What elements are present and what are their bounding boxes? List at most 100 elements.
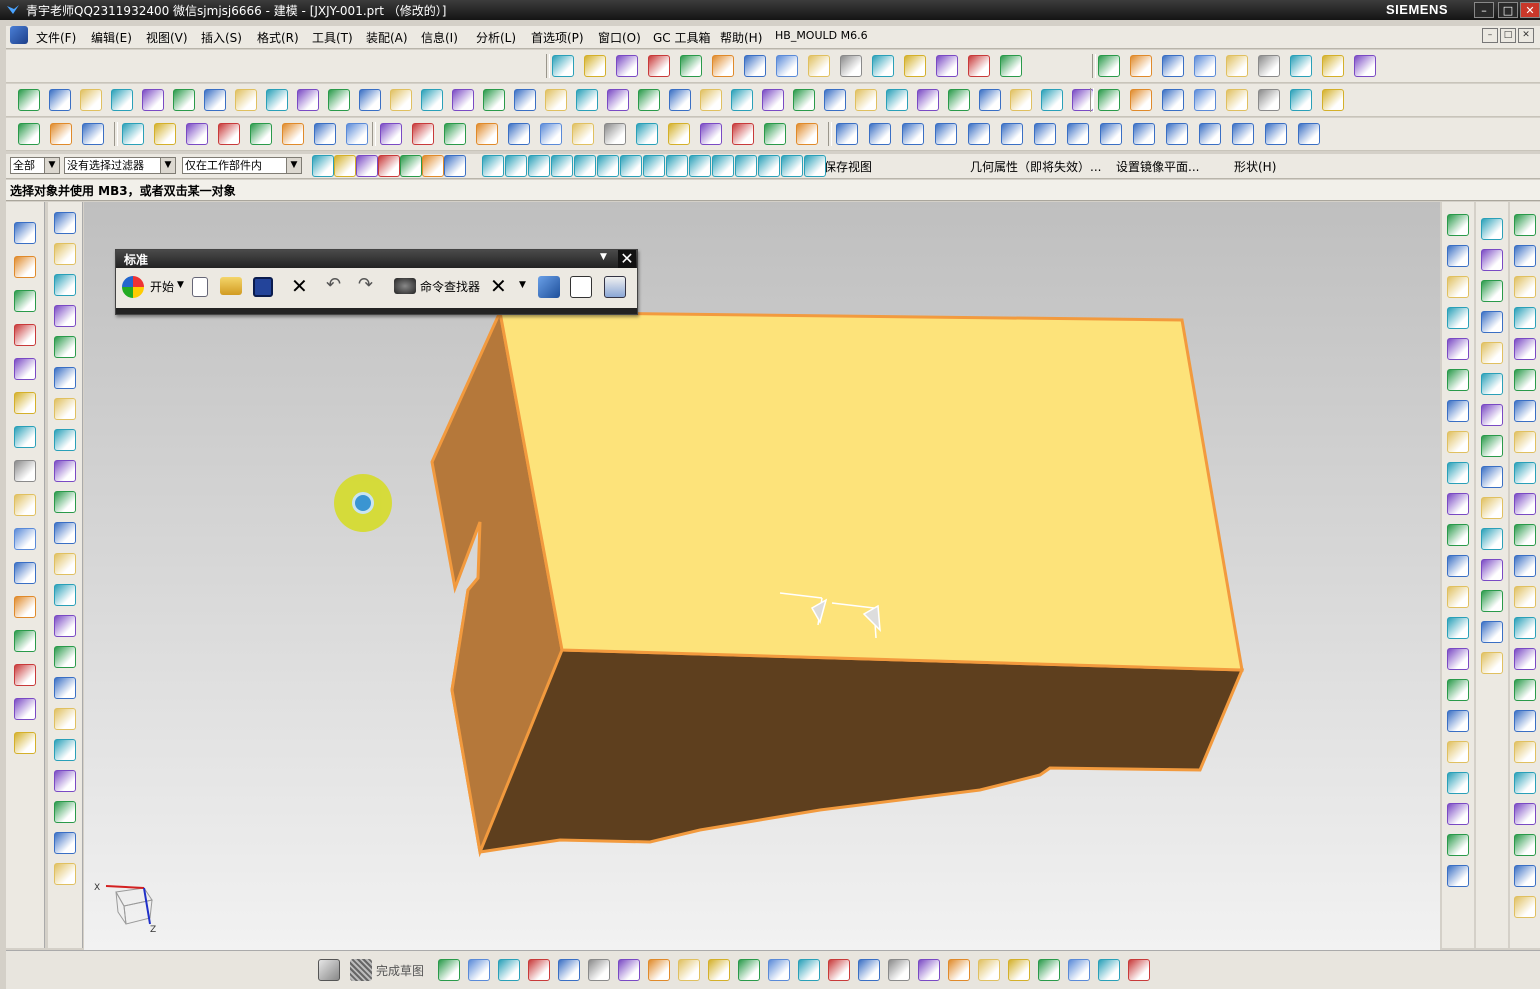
- sketch-constraint-17-icon[interactable]: [918, 959, 940, 981]
- menu-analysis[interactable]: 分析(L): [476, 29, 516, 46]
- sketch-constraint-12-icon[interactable]: [768, 959, 790, 981]
- save-icon[interactable]: [253, 277, 273, 297]
- right-tool-c-6-icon[interactable]: [1514, 369, 1536, 391]
- surface-tool-13-icon[interactable]: [1232, 123, 1254, 145]
- right-tool-a-21-icon[interactable]: [1447, 834, 1469, 856]
- sketch-constraint-18-icon[interactable]: [948, 959, 970, 981]
- point-snap-tool-3-icon[interactable]: [528, 155, 550, 177]
- sketch-curve-6-icon[interactable]: [54, 367, 76, 389]
- curve-tool-1-icon[interactable]: [380, 123, 402, 145]
- render-tool-6-icon[interactable]: [1258, 55, 1280, 77]
- set-mirror-plane-button[interactable]: 设置镜像平面...: [1116, 158, 1199, 175]
- right-tool-b-6-icon[interactable]: [1481, 373, 1503, 395]
- point-snap-tool-4-icon[interactable]: [551, 155, 573, 177]
- sync-tool-4-icon[interactable]: [1194, 89, 1216, 111]
- surface-tool-7-icon[interactable]: [1034, 123, 1056, 145]
- feature-tool-22-icon[interactable]: [669, 89, 691, 111]
- open-folder-icon[interactable]: [220, 277, 242, 295]
- sketch-constraint-6-icon[interactable]: [588, 959, 610, 981]
- view-tool-11-icon[interactable]: [872, 55, 894, 77]
- curve-tool-12-icon[interactable]: [732, 123, 754, 145]
- sketch-tool-3-icon[interactable]: [82, 123, 104, 145]
- feature-tool-14-icon[interactable]: [421, 89, 443, 111]
- sketch-constraint-8-icon[interactable]: [648, 959, 670, 981]
- menu-help[interactable]: 帮助(H): [720, 29, 762, 46]
- sketch-constraint-14-icon[interactable]: [828, 959, 850, 981]
- sketch-curve-18-icon[interactable]: [54, 739, 76, 761]
- feature-tool-5-icon[interactable]: [142, 89, 164, 111]
- sync-tool-6-icon[interactable]: [1258, 89, 1280, 111]
- start-icon[interactable]: [122, 276, 144, 298]
- feature-tool-10-icon[interactable]: [297, 89, 319, 111]
- sketch-constraint-5-icon[interactable]: [558, 959, 580, 981]
- sketch-constraint-7-icon[interactable]: [618, 959, 640, 981]
- right-tool-c-18-icon[interactable]: [1514, 741, 1536, 763]
- curve-tool-3-icon[interactable]: [444, 123, 466, 145]
- right-tool-b-14-icon[interactable]: [1481, 621, 1503, 643]
- sync-tool-1-icon[interactable]: [1098, 89, 1120, 111]
- right-tool-c-10-icon[interactable]: [1514, 493, 1536, 515]
- view-tool-7-icon[interactable]: [744, 55, 766, 77]
- menu-gc-toolbox[interactable]: GC 工具箱: [653, 29, 711, 46]
- surface-tool-5-icon[interactable]: [968, 123, 990, 145]
- right-tool-a-6-icon[interactable]: [1447, 369, 1469, 391]
- point-snap-tool-12-icon[interactable]: [735, 155, 757, 177]
- select-tool-1-icon[interactable]: [122, 123, 144, 145]
- right-tool-c-21-icon[interactable]: [1514, 834, 1536, 856]
- select-tool-5-icon[interactable]: [250, 123, 272, 145]
- new-file-icon[interactable]: [192, 277, 208, 297]
- surface-tool-14-icon[interactable]: [1265, 123, 1287, 145]
- close-icon[interactable]: ✕: [618, 250, 636, 268]
- resource-4-icon[interactable]: [14, 324, 36, 346]
- right-tool-b-12-icon[interactable]: [1481, 559, 1503, 581]
- right-tool-a-4-icon[interactable]: [1447, 307, 1469, 329]
- sketch-constraint-9-icon[interactable]: [678, 959, 700, 981]
- menu-tools[interactable]: 工具(T): [312, 29, 353, 46]
- sketch-icon[interactable]: [318, 959, 340, 981]
- sketch-curve-2-icon[interactable]: [54, 243, 76, 265]
- right-tool-c-22-icon[interactable]: [1514, 865, 1536, 887]
- feature-tool-28-icon[interactable]: [855, 89, 877, 111]
- doc-minimize-icon[interactable]: –: [1482, 28, 1498, 43]
- view-tool-14-icon[interactable]: [968, 55, 990, 77]
- right-tool-c-8-icon[interactable]: [1514, 431, 1536, 453]
- snap-tool-7-icon[interactable]: [444, 155, 466, 177]
- scope-select[interactable]: 仅在工作部件内 ▼: [182, 157, 302, 174]
- feature-tool-6-icon[interactable]: [173, 89, 195, 111]
- sync-tool-5-icon[interactable]: [1226, 89, 1248, 111]
- right-tool-a-17-icon[interactable]: [1447, 710, 1469, 732]
- right-tool-a-13-icon[interactable]: [1447, 586, 1469, 608]
- render-tool-8-icon[interactable]: [1322, 55, 1344, 77]
- sketch-curve-16-icon[interactable]: [54, 677, 76, 699]
- sync-tool-7-icon[interactable]: [1290, 89, 1312, 111]
- snap-tool-4-icon[interactable]: [378, 155, 400, 177]
- feature-tool-21-icon[interactable]: [638, 89, 660, 111]
- right-tool-c-2-icon[interactable]: [1514, 245, 1536, 267]
- feature-tool-33-icon[interactable]: [1010, 89, 1032, 111]
- resource-10-icon[interactable]: [14, 528, 36, 550]
- feature-tool-7-icon[interactable]: [204, 89, 226, 111]
- view-tool-15-icon[interactable]: [1000, 55, 1022, 77]
- app-menu-icon[interactable]: [10, 26, 28, 44]
- point-snap-tool-11-icon[interactable]: [712, 155, 734, 177]
- point-snap-tool-9-icon[interactable]: [666, 155, 688, 177]
- right-tool-c-15-icon[interactable]: [1514, 648, 1536, 670]
- surface-tool-11-icon[interactable]: [1166, 123, 1188, 145]
- sketch-constraint-19-icon[interactable]: [978, 959, 1000, 981]
- selection-filter-select[interactable]: 没有选择过滤器 ▼: [64, 157, 176, 174]
- cut-icon[interactable]: ✕: [490, 274, 507, 298]
- right-tool-a-12-icon[interactable]: [1447, 555, 1469, 577]
- point-snap-tool-8-icon[interactable]: [643, 155, 665, 177]
- render-tool-7-icon[interactable]: [1290, 55, 1312, 77]
- view-tool-8-icon[interactable]: [776, 55, 798, 77]
- curve-tool-5-icon[interactable]: [508, 123, 530, 145]
- right-tool-a-16-icon[interactable]: [1447, 679, 1469, 701]
- feature-tool-27-icon[interactable]: [824, 89, 846, 111]
- sketch-curve-15-icon[interactable]: [54, 646, 76, 668]
- curve-tool-10-icon[interactable]: [668, 123, 690, 145]
- surface-tool-3-icon[interactable]: [902, 123, 924, 145]
- feature-tool-26-icon[interactable]: [793, 89, 815, 111]
- feature-tool-3-icon[interactable]: [80, 89, 102, 111]
- sync-tool-2-icon[interactable]: [1130, 89, 1152, 111]
- right-tool-a-18-icon[interactable]: [1447, 741, 1469, 763]
